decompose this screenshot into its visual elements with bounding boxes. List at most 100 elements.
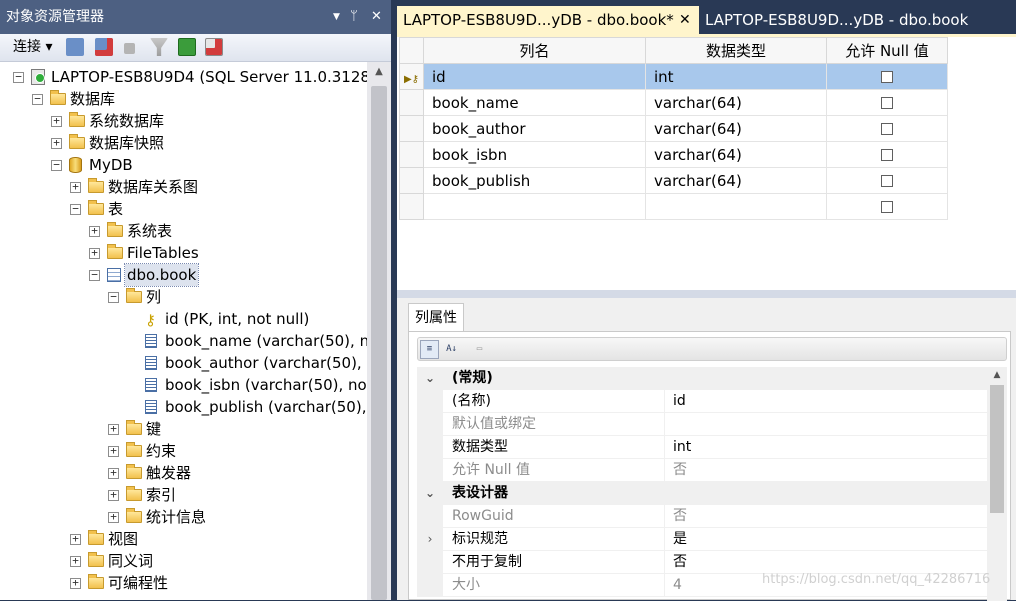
row-selector[interactable] — [399, 89, 424, 116]
row-selector[interactable]: ▶⚷ — [399, 63, 424, 90]
panel-dropdown-icon[interactable]: ▼ — [333, 0, 340, 34]
property-row[interactable]: 允许 Null 值否 — [417, 459, 987, 482]
column-name-cell[interactable]: book_publish — [423, 167, 646, 194]
expand-icon[interactable]: + — [89, 247, 100, 259]
activity-monitor-icon[interactable] — [205, 38, 223, 58]
row-selector[interactable] — [399, 141, 424, 168]
pane-splitter[interactable] — [397, 290, 1016, 298]
object-explorer-scrollbar[interactable]: ▲ — [367, 62, 391, 600]
allow-null-checkbox[interactable] — [881, 123, 893, 135]
table-row[interactable]: book_isbn varchar(64) — [399, 141, 948, 168]
properties-scrollbar[interactable]: ▲ — [987, 367, 1007, 601]
tab-column-properties[interactable]: 列属性 — [408, 303, 464, 331]
property-value[interactable]: 否 — [665, 551, 687, 573]
property-gutter — [417, 436, 443, 459]
expand-icon[interactable]: + — [108, 445, 119, 457]
column-name-cell[interactable]: id — [423, 63, 646, 90]
property-gutter — [417, 390, 443, 413]
property-category[interactable]: ⌄ 表设计器 — [417, 482, 987, 505]
row-selector[interactable] — [399, 167, 424, 194]
expand-icon[interactable]: + — [51, 137, 62, 149]
stop-icon[interactable] — [124, 42, 135, 62]
tree-node-label: 视图 — [108, 530, 139, 548]
row-selector[interactable] — [399, 193, 424, 220]
grid-corner[interactable] — [399, 37, 424, 64]
collapse-icon[interactable]: − — [70, 203, 81, 215]
property-row[interactable]: 默认值或绑定 — [417, 413, 987, 436]
allow-null-checkbox[interactable] — [881, 149, 893, 161]
allow-null-checkbox[interactable] — [881, 201, 893, 213]
property-row[interactable]: 不用于复制否 — [417, 551, 987, 574]
expand-icon[interactable]: + — [70, 181, 81, 193]
scroll-up-icon[interactable]: ▲ — [367, 62, 391, 82]
collapse-icon[interactable]: − — [108, 291, 119, 303]
folder-icon — [50, 90, 66, 105]
expand-icon[interactable]: + — [108, 489, 119, 501]
expand-icon[interactable]: + — [70, 533, 81, 545]
collapse-icon[interactable]: ⌄ — [417, 367, 443, 390]
property-row[interactable]: (名称) id — [417, 390, 987, 413]
collapse-icon[interactable]: − — [32, 93, 43, 105]
filter-icon[interactable] — [150, 38, 168, 58]
collapse-icon[interactable]: − — [13, 71, 24, 83]
property-value[interactable]: id — [665, 390, 686, 412]
property-row[interactable]: RowGuid 否 — [417, 505, 987, 528]
property-row[interactable]: 数据类型 int — [417, 436, 987, 459]
table-row[interactable]: book_name varchar(64) — [399, 89, 948, 116]
collapse-icon[interactable]: − — [51, 159, 62, 171]
tab-label: LAPTOP-ESB8U9D...yDB - dbo.book* — [403, 11, 674, 29]
data-type-cell[interactable] — [645, 193, 827, 220]
column-name-cell[interactable] — [423, 193, 646, 220]
expand-icon[interactable]: + — [89, 225, 100, 237]
table-row[interactable]: ▶⚷ id int — [399, 63, 948, 90]
scroll-up-icon[interactable]: ▲ — [987, 367, 1007, 383]
expand-icon[interactable]: › — [417, 528, 443, 551]
properties-toolbar: ≡ A↓ ▭ — [417, 337, 1007, 361]
alphabetical-icon[interactable]: A↓ — [442, 340, 461, 359]
tree-node-label: 触发器 — [146, 464, 192, 482]
expand-icon[interactable]: + — [51, 115, 62, 127]
pin-icon[interactable]: ᛘ — [350, 0, 358, 34]
data-type-cell[interactable]: varchar(64) — [645, 89, 827, 116]
table-row[interactable] — [399, 193, 948, 220]
collapse-icon[interactable]: ⌄ — [417, 482, 443, 505]
expand-icon[interactable]: + — [70, 577, 81, 589]
allow-null-checkbox[interactable] — [881, 71, 893, 83]
allow-null-cell — [826, 167, 948, 194]
scrollbar-thumb[interactable] — [990, 385, 1004, 513]
expand-icon[interactable]: + — [108, 467, 119, 479]
table-row[interactable]: book_publish varchar(64) — [399, 167, 948, 194]
data-type-cell[interactable]: varchar(64) — [645, 167, 827, 194]
property-value[interactable]: int — [665, 436, 691, 458]
table-row[interactable]: book_author varchar(64) — [399, 115, 948, 142]
allow-null-checkbox[interactable] — [881, 175, 893, 187]
column-name-cell[interactable]: book_name — [423, 89, 646, 116]
connect-engine-icon[interactable] — [66, 38, 84, 58]
refresh-icon[interactable] — [178, 38, 196, 58]
disconnect-icon[interactable] — [95, 38, 113, 58]
scrollbar-thumb[interactable] — [371, 86, 387, 600]
property-pages-icon[interactable]: ▭ — [470, 340, 489, 359]
expand-icon[interactable]: + — [108, 511, 119, 523]
column-properties-panel: 列属性 ≡ A↓ ▭ ⌄ (常规) (名称) id 默认值或绑定 数据类型 int 允许 Nu… — [397, 298, 1016, 601]
allow-null-checkbox[interactable] — [881, 97, 893, 109]
data-type-cell[interactable]: varchar(64) — [645, 115, 827, 142]
tab-close-icon[interactable]: ✕ — [679, 6, 691, 34]
tree-node-label: MyDB — [89, 156, 133, 174]
expand-icon[interactable]: + — [70, 555, 81, 567]
property-value[interactable]: 是 — [665, 528, 687, 550]
column-name-cell[interactable]: book_author — [423, 115, 646, 142]
property-row[interactable]: › 标识规范是 — [417, 528, 987, 551]
tab-dbo-book-modified[interactable]: LAPTOP-ESB8U9D...yDB - dbo.book* ✕ — [397, 6, 699, 36]
collapse-icon[interactable]: − — [89, 269, 100, 281]
column-name-cell[interactable]: book_isbn — [423, 141, 646, 168]
data-type-cell[interactable]: varchar(64) — [645, 141, 827, 168]
categorized-icon[interactable]: ≡ — [420, 340, 439, 359]
close-icon[interactable]: ✕ — [371, 0, 382, 34]
property-category[interactable]: ⌄ (常规) — [417, 367, 987, 390]
row-selector[interactable] — [399, 115, 424, 142]
tab-dbo-book[interactable]: LAPTOP-ESB8U9D...yDB - dbo.book — [699, 6, 1016, 36]
connect-button[interactable]: 连接 ▾ — [13, 37, 52, 57]
expand-icon[interactable]: + — [108, 423, 119, 435]
data-type-cell[interactable]: int — [645, 63, 827, 90]
